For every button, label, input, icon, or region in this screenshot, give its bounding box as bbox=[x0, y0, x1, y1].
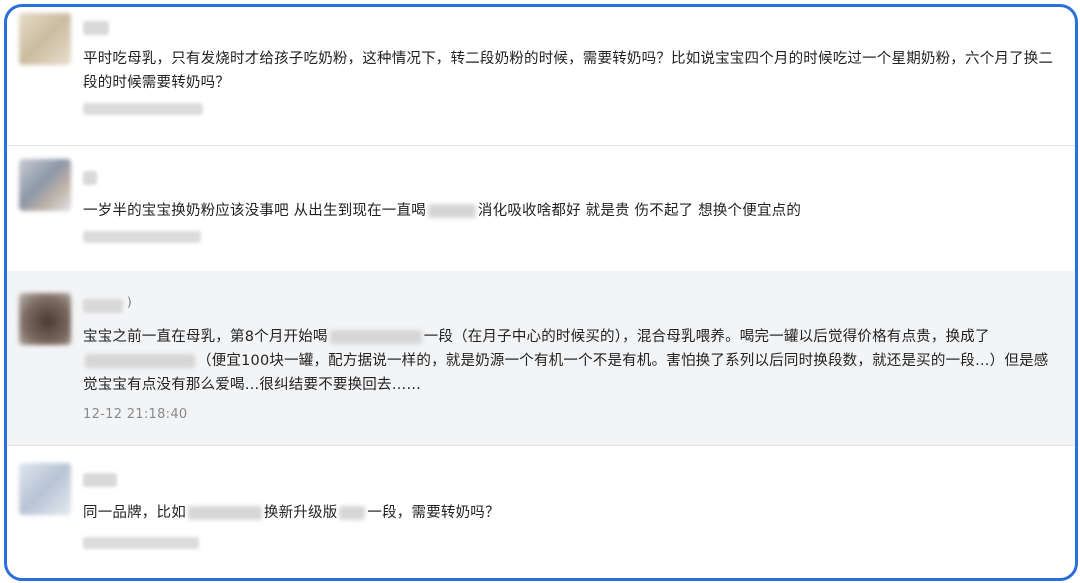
timestamp-redacted bbox=[83, 537, 199, 549]
brand-redacted bbox=[85, 354, 195, 368]
comment-item-1: 平时吃母乳，只有发烧时才给孩子吃奶粉，这种情况下，转二段奶粉的时候，需要转奶吗？… bbox=[7, 7, 1075, 146]
comment-text-part: 同一品牌，比如 bbox=[83, 505, 186, 521]
avatar[interactable] bbox=[19, 13, 71, 65]
brand-redacted bbox=[427, 204, 476, 218]
comment-text-part: 一段（在月子中心的时候买的），混合母乳喂养。喝完一罐以后觉得价格有点贵，换成了 bbox=[423, 329, 990, 345]
comment-text-part: （便宜100块一罐，配方据说一样的，就是奶源一个有机一个不是有机。害怕换了系列以… bbox=[83, 353, 1049, 393]
comment-text: 一岁半的宝宝换奶粉应该没事吧 从出生到现在一直喝 消化吸收啥都好 就是贵 伤不起了… bbox=[83, 199, 1059, 223]
comment-item-4: 同一品牌，比如 换新升级版 一段，需要转奶吗？ bbox=[7, 445, 1075, 578]
avatar[interactable] bbox=[19, 159, 71, 211]
brand-redacted bbox=[187, 506, 262, 520]
comment-text: 同一品牌，比如 换新升级版 一段，需要转奶吗？ bbox=[83, 501, 1059, 525]
timestamp-redacted bbox=[83, 231, 201, 243]
comment-item-3: ) 宝宝之前一直在母乳，第8个月开始喝 一段（在月子中心的时候买的），混合母乳喂养… bbox=[7, 271, 1075, 446]
username-redacted[interactable] bbox=[83, 473, 117, 487]
comment-text-part: 一岁半的宝宝换奶粉应该没事吧 从出生到现在一直喝 bbox=[83, 203, 426, 219]
username-suffix: ) bbox=[127, 295, 132, 309]
username-redacted[interactable] bbox=[83, 21, 109, 35]
comment-text: 平时吃母乳，只有发烧时才给孩子吃奶粉，这种情况下，转二段奶粉的时候，需要转奶吗？… bbox=[83, 51, 1054, 91]
comment-text-part: 一段，需要转奶吗？ bbox=[367, 505, 500, 521]
comment-text-part: 消化吸收啥都好 就是贵 伤不起了 想换个便宜点的 bbox=[477, 203, 802, 219]
timestamp-redacted bbox=[83, 103, 203, 115]
username-redacted[interactable] bbox=[83, 299, 123, 313]
comment-timestamp: 12-12 21:18:40 bbox=[83, 407, 188, 422]
comment-text: 宝宝之前一直在母乳，第8个月开始喝 一段（在月子中心的时候买的），混合母乳喂养。喝… bbox=[83, 325, 1059, 397]
comment-text-part: 换新升级版 bbox=[263, 505, 338, 521]
comment-text-part: 宝宝之前一直在母乳，第8个月开始喝 bbox=[83, 329, 328, 345]
avatar[interactable] bbox=[19, 463, 71, 515]
avatar[interactable] bbox=[19, 293, 71, 345]
username-redacted[interactable] bbox=[83, 171, 97, 185]
comment-list-frame: 平时吃母乳，只有发烧时才给孩子吃奶粉，这种情况下，转二段奶粉的时候，需要转奶吗？… bbox=[4, 4, 1078, 581]
brand-redacted bbox=[339, 506, 366, 520]
comment-item-2: 一岁半的宝宝换奶粉应该没事吧 从出生到现在一直喝 消化吸收啥都好 就是贵 伤不起了… bbox=[7, 145, 1075, 272]
brand-redacted bbox=[329, 330, 422, 344]
